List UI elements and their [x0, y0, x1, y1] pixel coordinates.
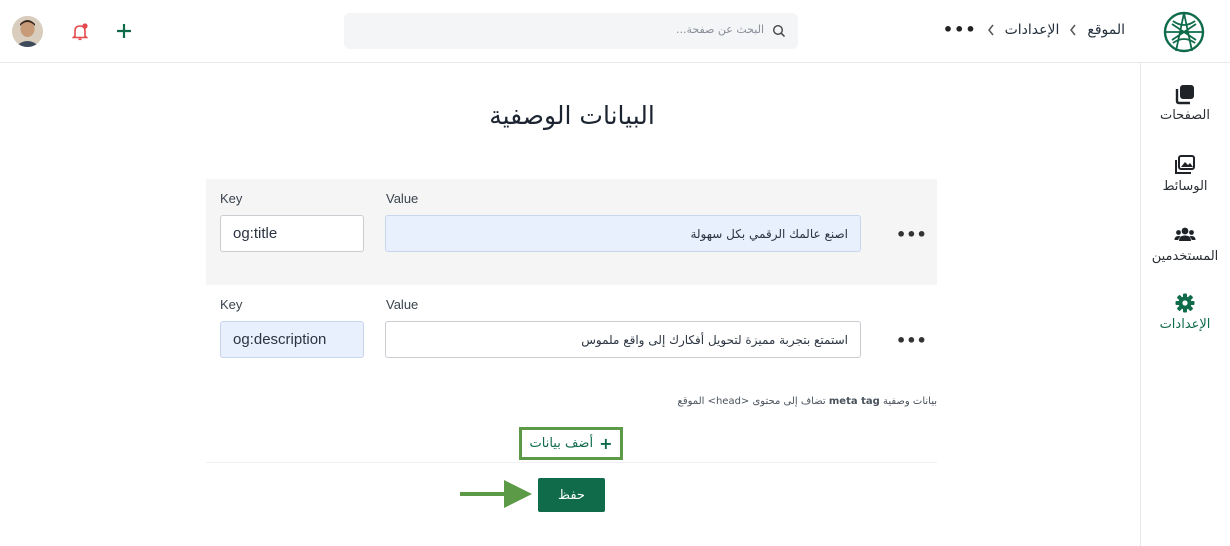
sidebar: الصفحات الوسائط المستخدمين الإعدادات	[1140, 63, 1230, 546]
chevron-left-icon	[1070, 24, 1076, 35]
divider	[206, 462, 937, 463]
breadcrumb-more-button[interactable]: •••	[943, 20, 977, 39]
key-label: Key	[220, 191, 243, 206]
value-input[interactable]: استمتع بتجربة مميزة لتحويل أفكارك إلى وا…	[385, 321, 861, 358]
settings-icon	[1175, 293, 1195, 313]
users-icon	[1174, 227, 1196, 241]
add-icon[interactable]	[114, 21, 134, 41]
breadcrumb-site[interactable]: الموقع	[1087, 22, 1125, 38]
sidebar-item-users[interactable]: المستخدمين	[1140, 224, 1230, 264]
sidebar-item-label: الإعدادات	[1159, 317, 1211, 332]
breadcrumb: الموقع الإعدادات •••	[943, 20, 1125, 39]
pointer-arrow-icon	[460, 480, 532, 508]
key-label: Key	[220, 297, 243, 312]
sidebar-item-pages[interactable]: الصفحات	[1140, 83, 1230, 123]
sidebar-item-label: الوسائط	[1162, 179, 1208, 194]
sidebar-item-label: الصفحات	[1159, 108, 1210, 123]
value-label: Value	[386, 191, 419, 206]
meta-tag-hint: بيانات وصفية meta tag تضاف إلى محتوى <he…	[678, 396, 937, 407]
search-placeholder: البحث عن صفحة...	[676, 23, 764, 36]
row-more-button[interactable]: •••	[896, 331, 927, 350]
value-input[interactable]: اصنع عالمك الرقمي بكل سهولة	[385, 215, 861, 252]
media-icon	[1175, 155, 1195, 174]
logo-icon[interactable]	[1161, 9, 1207, 55]
sidebar-item-label: المستخدمين	[1151, 249, 1219, 264]
hint-tag: meta tag	[828, 396, 880, 407]
hint-text-pre: بيانات وصفية	[882, 396, 937, 407]
save-button[interactable]: حفظ	[538, 478, 605, 512]
sidebar-item-settings[interactable]: الإعدادات	[1140, 292, 1230, 332]
search-icon	[772, 24, 786, 38]
plus-icon: +	[599, 434, 613, 453]
avatar[interactable]	[12, 16, 43, 47]
notification-bell-icon[interactable]	[70, 22, 90, 42]
value-label: Value	[386, 297, 419, 312]
row-more-button[interactable]: •••	[896, 225, 927, 244]
key-input[interactable]: og:title	[220, 215, 364, 252]
search-input[interactable]: البحث عن صفحة...	[344, 13, 798, 49]
chevron-left-icon	[987, 24, 994, 35]
add-metadata-label: أضف بيانات	[529, 436, 594, 451]
breadcrumb-settings[interactable]: الإعدادات	[1005, 22, 1060, 38]
top-bar: البحث عن صفحة... الموقع الإعدادات •••	[0, 0, 1230, 63]
hint-text-post: تضاف إلى محتوى <head> الموقع	[677, 396, 826, 407]
pages-icon	[1175, 85, 1194, 105]
sidebar-item-media[interactable]: الوسائط	[1140, 154, 1230, 194]
key-input[interactable]: og:description	[220, 321, 364, 358]
page-title: البيانات الوصفية	[489, 101, 655, 130]
add-metadata-button[interactable]: + أضف بيانات	[519, 427, 623, 460]
